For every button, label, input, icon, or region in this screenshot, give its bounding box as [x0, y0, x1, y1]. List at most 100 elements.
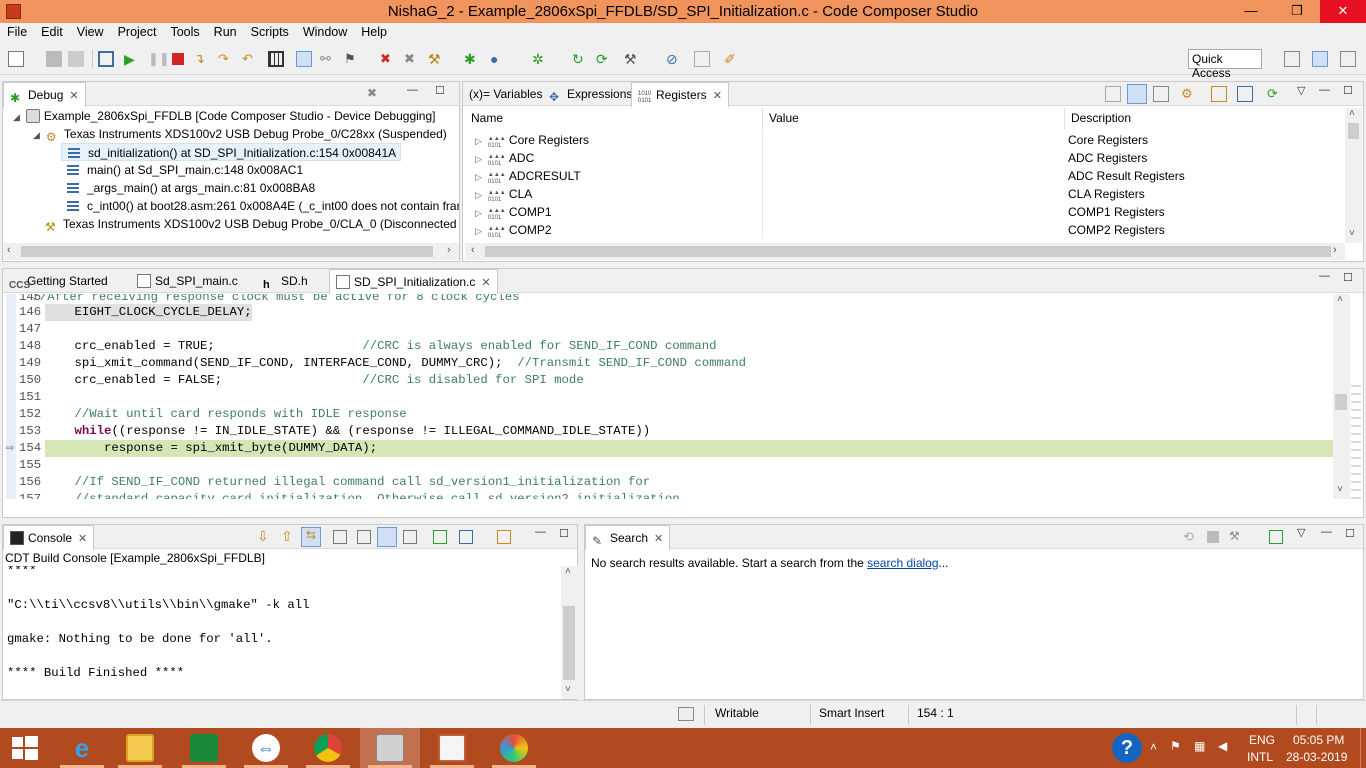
tab-variables[interactable]: (x)= Variables [463, 82, 548, 106]
connect-icon[interactable]: ⚯ [320, 51, 336, 67]
scroll-thumb[interactable] [21, 246, 433, 257]
tree-item-frame[interactable]: c_int00() at boot28.asm:261 0x008A4E (_c… [67, 197, 459, 215]
close-icon[interactable]: ✕ [69, 89, 78, 102]
display-console-icon[interactable] [459, 530, 473, 544]
tree-item-frame[interactable]: _args_main() at args_main.c:81 0x008BA8 [67, 179, 315, 197]
tab-sd-spi-main[interactable]: Sd_SPI_main.c [131, 269, 244, 293]
show-type-names-icon[interactable] [1127, 84, 1147, 104]
close-button[interactable]: ✕ [1320, 0, 1366, 23]
launch-icon[interactable]: ✐ [724, 51, 740, 67]
collapse-icon[interactable]: ◢ [33, 130, 40, 140]
text-editor-button[interactable] [422, 728, 482, 768]
maximize-view-icon[interactable]: ☐ [1345, 527, 1355, 540]
save-icon[interactable] [46, 51, 62, 67]
menu-project[interactable]: Project [111, 23, 164, 39]
paint-button[interactable] [484, 728, 544, 768]
export-icon[interactable] [1237, 86, 1253, 102]
teamviewer-button[interactable]: ⇔ [236, 728, 296, 768]
clear-console-icon[interactable] [403, 530, 417, 544]
registers-hscrollbar[interactable]: ‹ › [465, 243, 1345, 260]
table-row[interactable]: ▷ ▲▲▲ 0101 COMP2 COMP2 Registers [471, 221, 1346, 239]
step-over-icon[interactable]: ↷ [218, 51, 234, 67]
tab-debug[interactable]: ✱ Debug ✕ [3, 82, 86, 107]
menu-file[interactable]: File [0, 23, 34, 39]
minimize-view-icon[interactable]: — [1319, 84, 1330, 96]
refresh-search-icon[interactable]: ⟲ [1183, 529, 1194, 545]
previous-icon[interactable]: ⇧ [281, 528, 293, 545]
language-indicator[interactable]: ENG [1249, 733, 1275, 747]
table-row[interactable]: ▷ ▲▲▲ 0101 ADC ADC Registers [471, 149, 1346, 167]
restore-button[interactable]: ❐ [1274, 0, 1320, 23]
expand-icon[interactable]: ▷ [475, 136, 482, 146]
maximize-view-icon[interactable]: ☐ [1343, 84, 1353, 97]
table-row[interactable]: ▷ ▲▲▲ 0101 CLA CLA Registers [471, 185, 1346, 203]
next-icon[interactable]: ⇩ [257, 528, 269, 545]
menu-view[interactable]: View [70, 23, 111, 39]
tab-expressions[interactable]: ✥ Expressions [543, 82, 638, 106]
scroll-lock-icon[interactable]: ⇆ [301, 527, 321, 547]
flag-icon[interactable]: ⚑ [1170, 739, 1181, 753]
menu-scripts[interactable]: Scripts [244, 23, 296, 39]
step-into-icon[interactable]: ↴ [194, 51, 210, 67]
windows-store-button[interactable] [174, 728, 234, 768]
build-icon[interactable]: ⚒ [428, 51, 444, 67]
table-row[interactable]: ▷ ▲▲▲ 0101 ADCRESULT ADC Result Registers [471, 167, 1346, 185]
cancel-search-icon[interactable] [1207, 531, 1219, 543]
expand-icon[interactable]: ▷ [475, 208, 482, 218]
clock-time[interactable]: 05:05 PM [1293, 733, 1344, 747]
open-console-icon[interactable] [497, 530, 511, 544]
paste-icon[interactable] [357, 530, 371, 544]
sync-icon[interactable]: ⟳ [596, 51, 612, 67]
menu-edit[interactable]: Edit [34, 23, 70, 39]
clock-date[interactable]: 28-03-2019 [1286, 750, 1347, 764]
close-icon[interactable]: ✕ [713, 89, 722, 102]
maximize-view-icon[interactable]: ☐ [559, 527, 569, 540]
network-icon[interactable]: ▦ [1194, 739, 1205, 753]
close-icon[interactable]: ✕ [481, 276, 490, 289]
remove-terminated-icon[interactable]: ✖ [367, 86, 377, 100]
terminate-all-icon[interactable] [98, 51, 114, 67]
tree-item-c28xx[interactable]: ◢ ⚙ Texas Instruments XDS100v2 USB Debug P… [33, 125, 447, 144]
remove-breakpoint-icon[interactable]: ✖ [380, 51, 396, 67]
collapse-all-icon[interactable] [1105, 86, 1121, 102]
instruction-step-icon[interactable] [296, 51, 312, 67]
minimize-view-icon[interactable]: — [535, 526, 546, 538]
minimize-button[interactable]: — [1228, 0, 1274, 23]
menu-help[interactable]: Help [354, 23, 394, 39]
table-row[interactable]: ▷ ▲▲▲ 0101 COMP1 COMP1 Registers [471, 203, 1346, 221]
file-explorer-button[interactable] [110, 728, 170, 768]
code-area[interactable]: ⇨ 145 //After receiving response clock m… [3, 294, 1333, 499]
debug-hscrollbar[interactable]: ‹ › [3, 243, 459, 260]
pin-console-icon[interactable] [433, 530, 447, 544]
new-icon[interactable] [8, 51, 24, 67]
open-perspective-icon[interactable] [1284, 51, 1300, 67]
tab-search[interactable]: ✎ Search ✕ [585, 525, 671, 550]
expand-icon[interactable]: ▷ [475, 226, 482, 236]
column-header-value[interactable]: Value [763, 108, 1065, 129]
view-menu-icon[interactable]: ▽ [1297, 526, 1305, 539]
tab-registers[interactable]: 1010 0101 Registers ✕ [631, 82, 729, 107]
tree-item-frame[interactable]: main() at Sd_SPI_main.c:148 0x008AC1 [67, 161, 303, 179]
minimize-view-icon[interactable]: — [407, 84, 418, 96]
debug-icon[interactable]: ✱ [464, 51, 480, 67]
search-icon[interactable]: ⊘ [666, 51, 682, 67]
maximize-view-icon[interactable]: ☐ [1343, 271, 1353, 284]
minimize-view-icon[interactable]: — [1321, 526, 1332, 538]
table-row[interactable]: ▷ ▲▲▲ 0101 Core Registers Core Registers [471, 131, 1346, 149]
step-return-icon[interactable]: ↶ [242, 51, 258, 67]
tools-icon[interactable]: ⚒ [624, 51, 640, 67]
volume-icon[interactable]: ◀ [1218, 739, 1227, 753]
close-icon[interactable]: ✕ [654, 532, 663, 545]
copy-icon[interactable] [333, 530, 347, 544]
tree-item-frame-selected[interactable]: sd_initialization() at SD_SPI_Initializa… [61, 143, 402, 161]
maximize-view-icon[interactable]: ☐ [435, 84, 445, 97]
expand-icon[interactable]: ▷ [475, 190, 482, 200]
resume-icon[interactable]: ▶ [124, 51, 140, 67]
search-dialog-link[interactable]: search dialog [867, 556, 938, 570]
history-icon[interactable]: ⚒ [1229, 529, 1240, 543]
external-tools-icon[interactable]: ✲ [532, 51, 548, 67]
debug-perspective-icon[interactable] [1312, 51, 1328, 67]
refresh-registers-icon[interactable]: ⚙ [1181, 86, 1197, 102]
run-icon[interactable]: ● [490, 51, 506, 67]
pin-editor-icon[interactable] [694, 51, 710, 67]
